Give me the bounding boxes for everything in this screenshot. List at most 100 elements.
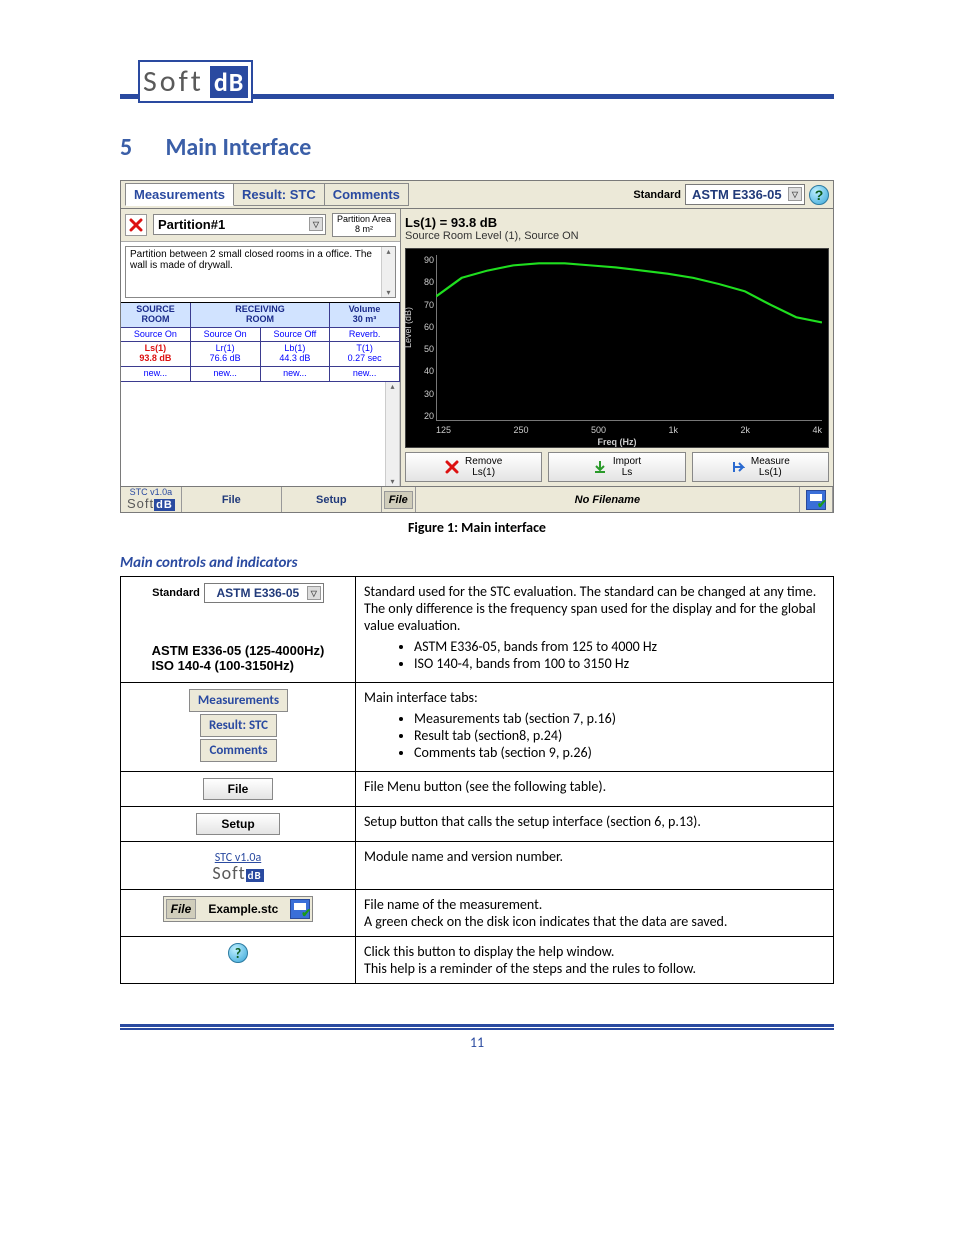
scrollbar[interactable]: ▴▾ [381, 247, 395, 297]
download-icon [593, 460, 607, 474]
control-desc: Main interface tabs: [364, 689, 478, 706]
setup-button[interactable]: Setup [282, 487, 382, 512]
measure-grid: SOURCE ROOM RECEIVING ROOM Volume 30 m³ … [121, 302, 400, 382]
tab-measurements[interactable]: Measurements [189, 689, 288, 712]
control-desc: File Menu button (see the following tabl… [356, 772, 834, 807]
dropdown-option: ISO 140-4 (100-3150Hz) [152, 658, 325, 673]
table-row: STC v1.0a SoftdB Module name and version… [121, 842, 834, 890]
grid-cell[interactable]: Ls(1) 93.8 dB [121, 342, 191, 366]
module-version: STC v1.0a SoftdB [121, 487, 182, 512]
grid-cell[interactable]: Lb(1) 44.3 dB [261, 342, 331, 366]
grid-cell[interactable]: T(1) 0.27 sec [330, 342, 400, 366]
logo-soft: Soft [143, 63, 204, 100]
list-item: Measurements tab (section 7, p.16) [414, 710, 825, 727]
chevron-down-icon: ▽ [788, 187, 802, 201]
partition-area-box[interactable]: Partition Area 8 m² [332, 213, 396, 237]
list-item: ASTM E336-05, bands from 125 to 4000 Hz [414, 638, 825, 655]
section-title: Main Interface [165, 133, 311, 162]
module-version: STC v1.0a SoftdB [206, 851, 269, 883]
table-row: Setup Setup button that calls the setup … [121, 807, 834, 842]
list-item: Result tab (section8, p.24) [414, 727, 825, 744]
setup-button[interactable]: Setup [196, 813, 279, 835]
tab-measurements[interactable]: Measurements [125, 183, 234, 206]
filename-display: No Filename [416, 487, 800, 512]
section-number: 5 [120, 133, 160, 162]
control-desc: This help is a reminder of the steps and… [364, 960, 825, 977]
grid-cell[interactable]: new... [191, 367, 261, 381]
grid-cell[interactable]: new... [121, 367, 191, 381]
figure-caption: Figure 1: Main interface [120, 519, 834, 536]
partition-area-value: 8 m² [337, 225, 391, 235]
page-number: 11 [120, 1034, 834, 1051]
level-title: Ls(1) = 93.8 dB [405, 215, 829, 230]
chevron-down-icon: ▽ [309, 217, 323, 231]
check-icon: ✔ [817, 497, 827, 511]
control-desc: Standard used for the STC evaluation. Th… [364, 583, 816, 634]
standard-dropdown[interactable]: ASTM E336-05 ▽ [204, 583, 324, 603]
tab-comments[interactable]: Comments [200, 739, 276, 762]
file-label: File [166, 899, 197, 919]
disk-icon: ✔ [290, 899, 310, 919]
table-row: File Example.stc ✔ File name of the meas… [121, 890, 834, 937]
x-ticks: 1252505001k2k4k [436, 425, 822, 435]
standard-value: ASTM E336-05 [692, 187, 782, 202]
tab-result[interactable]: Result: STC [200, 714, 277, 737]
save-indicator[interactable]: ✔ [800, 487, 833, 512]
close-icon [445, 460, 459, 474]
grid-cell[interactable]: new... [261, 367, 331, 381]
example-filename: Example.stc [202, 902, 284, 916]
partition-description[interactable]: Partition between 2 small closed rooms i… [125, 246, 396, 298]
grid-header: Volume 30 m³ [330, 303, 400, 327]
control-desc: Module name and version number. [356, 842, 834, 890]
standard-label: Standard [633, 189, 681, 201]
standard-label: Standard [152, 587, 200, 599]
tab-comments[interactable]: Comments [324, 183, 409, 206]
file-menu-button[interactable]: File [182, 487, 282, 512]
tab-result[interactable]: Result: STC [233, 183, 325, 206]
grid-cell[interactable]: Source On [191, 328, 261, 342]
grid-cell[interactable]: Source Off [261, 328, 331, 342]
spectrum-chart: Level (dB) 9080706050403020 1252505001k2… [405, 248, 829, 448]
measure-button[interactable]: Measure Ls(1) [692, 452, 829, 482]
disk-icon: ✔ [806, 490, 826, 510]
dropdown-option: ASTM E336-05 (125-4000Hz) [152, 643, 325, 658]
filename-display: File Example.stc ✔ [163, 896, 314, 922]
grid-cell[interactable]: Source On [121, 328, 191, 342]
table-row: Standard ASTM E336-05 ▽ ASTM E336-05 (12… [121, 577, 834, 683]
scrollbar[interactable]: ▴▾ [385, 382, 399, 486]
import-button[interactable]: Import Ls [548, 452, 685, 482]
page-footer: 11 [120, 1024, 834, 1051]
play-icon [731, 460, 745, 474]
standard-dropdown[interactable]: ASTM E336-05 ▽ [685, 184, 805, 205]
check-icon: ✔ [301, 906, 311, 920]
brand-logo: Soft dB [138, 60, 253, 103]
partition-name-dropdown[interactable]: Partition#1 ▽ [153, 214, 326, 235]
control-desc: File name of the measurement. [364, 896, 825, 913]
table-row: ? Click this button to display the help … [121, 937, 834, 984]
control-desc: Click this button to display the help wi… [364, 943, 825, 960]
brand-header: Soft dB [120, 60, 834, 103]
partition-name: Partition#1 [158, 217, 225, 232]
spectrum-line [436, 255, 822, 421]
table-row: File File Menu button (see the following… [121, 772, 834, 807]
list-item: Comments tab (section 9, p.26) [414, 744, 825, 761]
file-label: File [384, 491, 413, 509]
control-desc: Setup button that calls the setup interf… [356, 807, 834, 842]
grid-header: SOURCE ROOM [121, 303, 191, 327]
x-axis-label: Freq (Hz) [406, 437, 828, 447]
grid-cell[interactable]: new... [330, 367, 400, 381]
grid-header: RECEIVING ROOM [191, 303, 330, 327]
help-icon[interactable]: ? [228, 943, 248, 963]
chevron-down-icon: ▽ [307, 586, 321, 600]
remove-button[interactable]: Remove Ls(1) [405, 452, 542, 482]
grid-cell[interactable]: Reverb. [330, 328, 400, 342]
delete-partition-button[interactable] [125, 214, 147, 236]
logo-db: dB [210, 66, 249, 98]
file-menu-button[interactable]: File [203, 778, 274, 800]
section-heading: 5 Main Interface [120, 133, 834, 162]
grid-cell[interactable]: Lr(1) 76.6 dB [191, 342, 261, 366]
control-desc: A green check on the disk icon indicates… [364, 913, 825, 930]
help-icon[interactable]: ? [809, 185, 829, 205]
controls-table: Standard ASTM E336-05 ▽ ASTM E336-05 (12… [120, 576, 834, 984]
y-ticks: 9080706050403020 [412, 255, 434, 421]
